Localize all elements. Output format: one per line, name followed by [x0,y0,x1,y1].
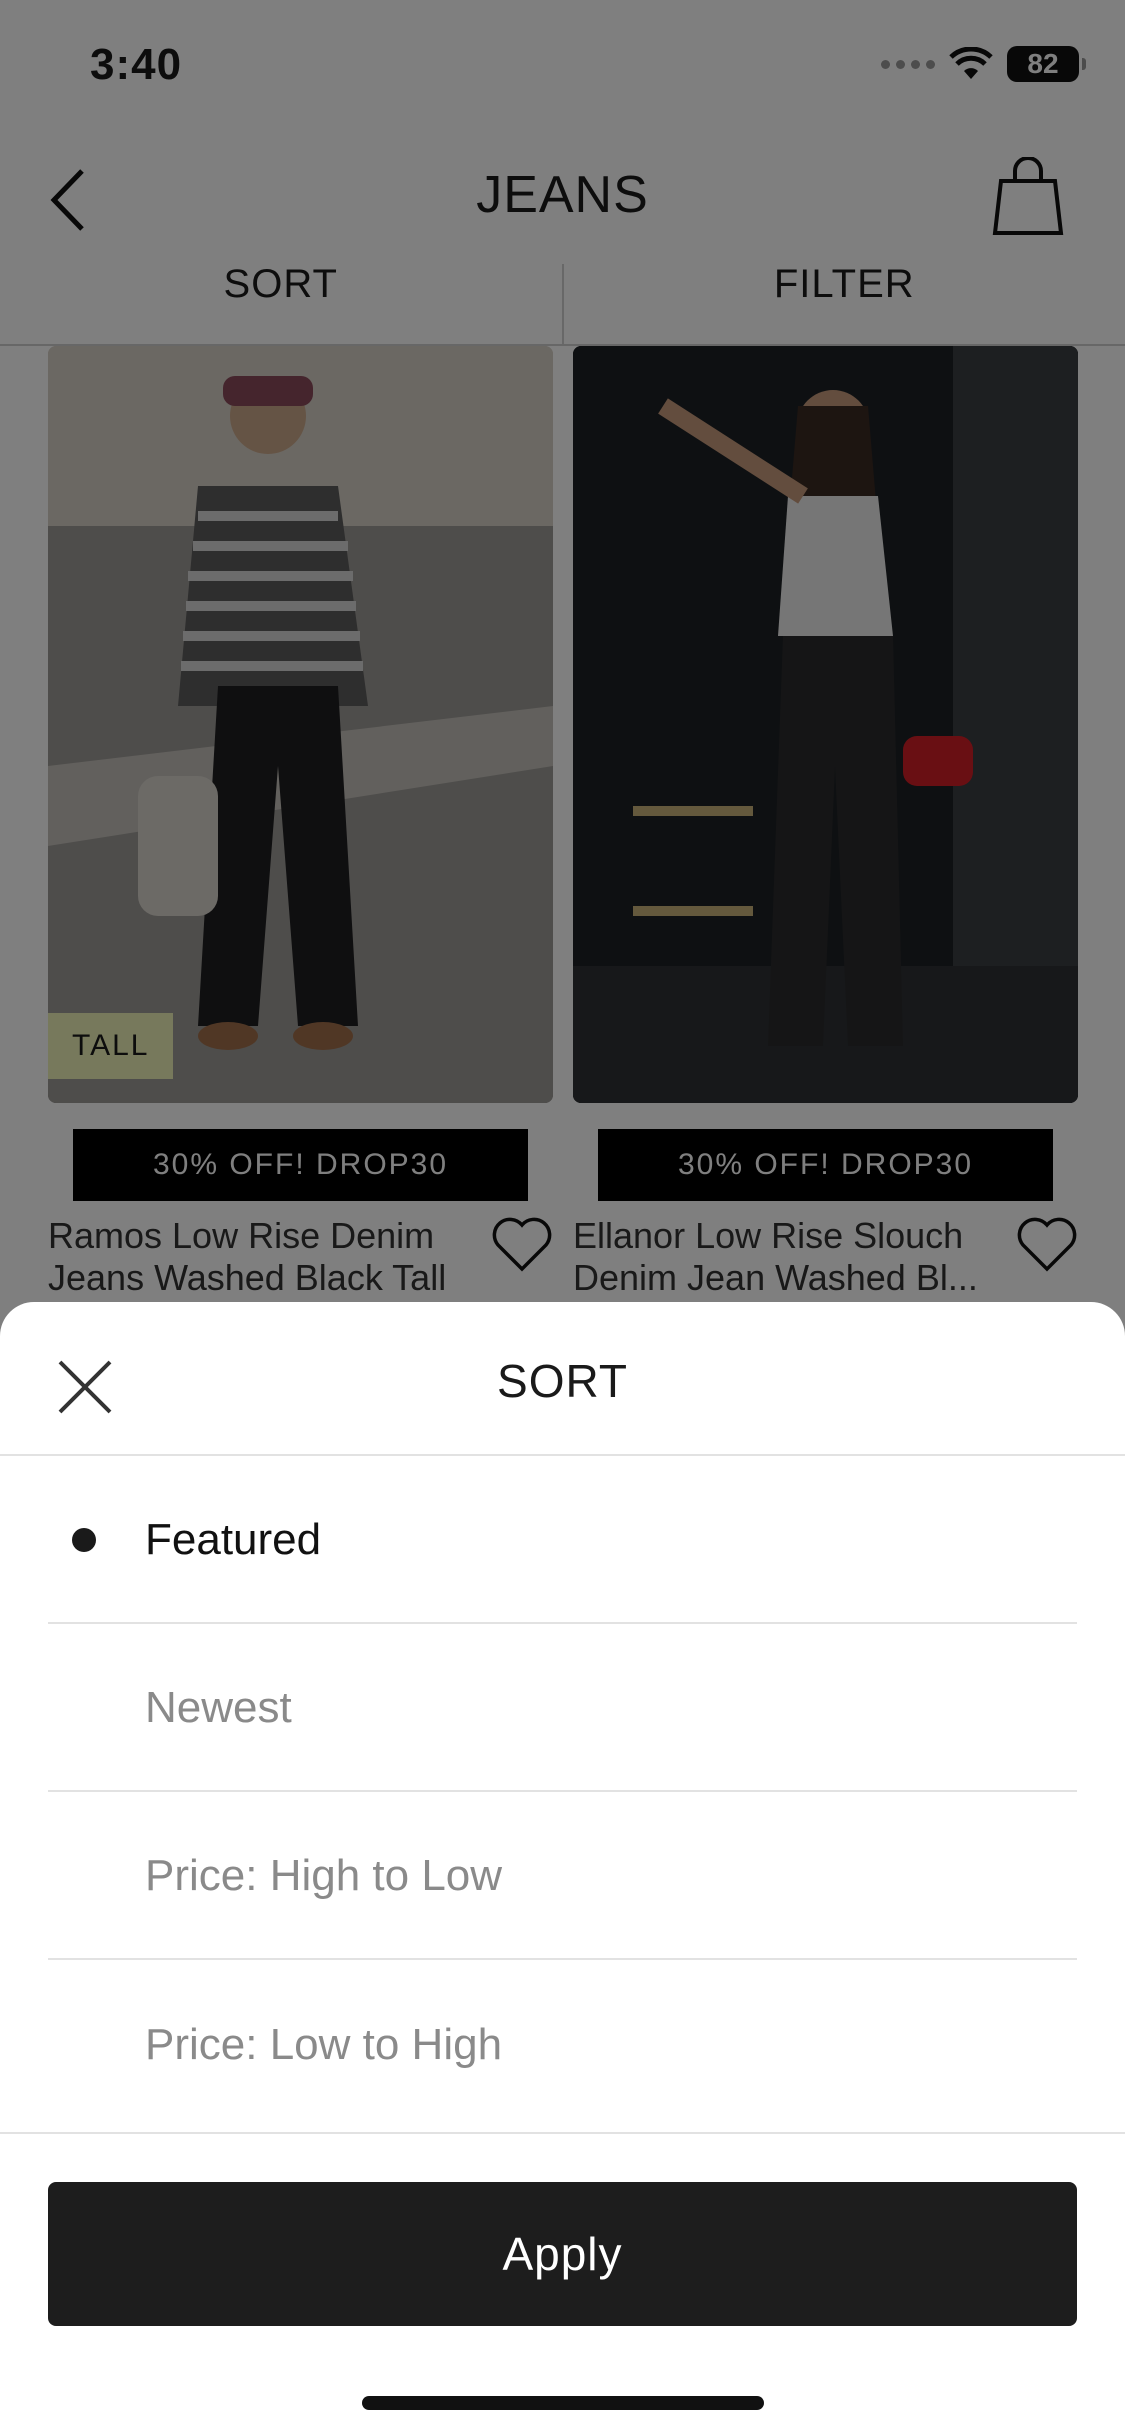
home-indicator[interactable] [362,2396,764,2410]
sheet-header: SORT [0,1302,1125,1456]
sort-option-label: Price: Low to High [145,2020,503,2069]
apply-button[interactable]: Apply [48,2182,1077,2326]
sort-option-featured[interactable]: Featured [48,1458,1077,1624]
sort-bottom-sheet: SORT Featured Newest Price: High to Low … [0,1302,1125,2436]
selected-dot-icon [72,1528,96,1552]
sort-option-price-high-low[interactable]: Price: High to Low [48,1794,1077,1960]
sort-option-label: Featured [145,1515,322,1564]
sort-option-label: Price: High to Low [145,1851,503,1900]
sort-option-label: Newest [145,1683,292,1732]
sort-option-newest[interactable]: Newest [48,1626,1077,1792]
sheet-title: SORT [497,1355,628,1407]
sort-option-price-low-high[interactable]: Price: Low to High [48,1962,1077,2128]
divider [0,2132,1125,2134]
